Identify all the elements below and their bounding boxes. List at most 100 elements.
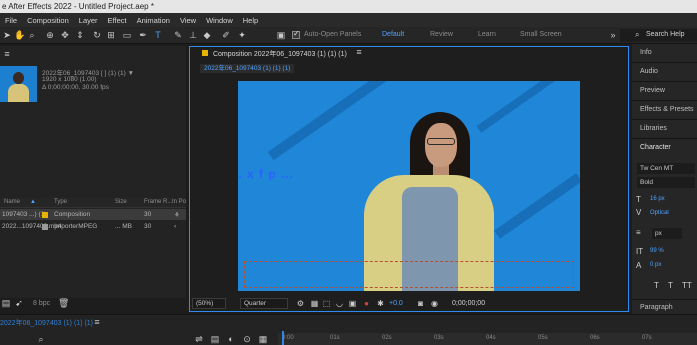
font-size-value[interactable]: 16 px <box>650 196 665 202</box>
time-ruler[interactable]: 0:00 01s 02s 03s 04s 05s 06s 07s <box>278 333 697 345</box>
region-of-interest-icon[interactable]: ⬚ <box>322 299 331 308</box>
delete-icon[interactable]: 🗑 <box>58 298 69 308</box>
timeline-switch-icon[interactable]: ▤ <box>210 334 220 344</box>
comp-viewer-breadcrumb[interactable]: 2022年06_1097403 (1) (1) (1) <box>200 64 295 73</box>
bit-depth-label[interactable]: 8 bpc <box>33 300 50 307</box>
composition-viewer[interactable]: 技艺C... x f p ... <box>238 81 580 291</box>
project-row[interactable]: 2022...1097403.mp4 ImporterMPEG ... MB 3… <box>0 221 186 232</box>
composition-tab[interactable]: Composition 2022年06_1097403 (1) (1) (1) <box>202 49 347 59</box>
reset-exposure-icon[interactable]: ✱ <box>376 299 385 308</box>
project-row[interactable]: 1097403 ...) (1) Composition 30 ⚘ <box>0 209 186 220</box>
panel-menu-icon[interactable]: ≡ <box>2 49 12 59</box>
snapshot-icon[interactable]: ◙ <box>416 299 425 308</box>
dolly-camera-icon[interactable]: ⇕ <box>75 30 85 40</box>
anchor-tool-icon[interactable]: ⊞ <box>106 30 116 40</box>
timeline-switch-icon[interactable]: ⊙ <box>242 334 252 344</box>
faux-italic-icon[interactable]: T <box>668 281 673 290</box>
baseline-shift-value[interactable]: 0 px <box>650 262 661 268</box>
pen-tool-icon[interactable]: ✒ <box>138 30 148 40</box>
interpret-footage-icon[interactable]: ▤ <box>1 298 11 308</box>
mask-visibility-icon[interactable]: ◡ <box>335 299 344 308</box>
workspace-small-screen[interactable]: Small Screen <box>520 31 562 38</box>
faux-bold-icon[interactable]: T <box>654 281 659 290</box>
timeline-menu-icon[interactable]: ≡ <box>92 317 102 327</box>
kerning-value[interactable]: Optical <box>650 210 669 216</box>
eraser-tool-icon[interactable]: ◆ <box>202 30 212 40</box>
font-style-dropdown[interactable]: Bold <box>637 177 695 188</box>
stroke-width-field[interactable]: px <box>652 228 682 239</box>
roto-brush-icon[interactable]: ✐ <box>221 30 231 40</box>
selection-tool-icon[interactable]: ➤ <box>2 30 12 40</box>
playhead[interactable] <box>282 331 284 345</box>
libraries-panel-tab[interactable]: Libraries <box>640 125 667 132</box>
clone-stamp-icon[interactable]: ⊥ <box>188 30 198 40</box>
window-title: e After Effects 2022 - Untitled Project.… <box>0 0 697 13</box>
timeline-switch-icon[interactable]: ▦ <box>258 334 268 344</box>
show-snapshot-icon[interactable]: ◉ <box>430 299 439 308</box>
zoom-tool-icon[interactable]: ⌕ <box>27 30 37 40</box>
resolution-dropdown[interactable]: Quarter <box>240 298 288 309</box>
col-name[interactable]: Name <box>4 199 20 205</box>
menu-view[interactable]: View <box>180 16 196 25</box>
hand-tool-icon[interactable]: ✋ <box>14 30 25 40</box>
preview-panel-tab[interactable]: Preview <box>640 87 665 94</box>
rotate-tool-icon[interactable]: ↻ <box>92 30 102 40</box>
timeline-tab[interactable]: 2022年06_1097403 (1) (1) (1) <box>0 318 93 328</box>
menu-composition[interactable]: Composition <box>27 16 69 25</box>
col-type[interactable]: Type <box>54 199 67 205</box>
exposure-value[interactable]: +0.0 <box>389 300 403 307</box>
menu-help[interactable]: Help <box>243 16 258 25</box>
menu-file[interactable]: File <box>5 16 17 25</box>
current-time[interactable]: 0;00;00;00 <box>452 300 485 307</box>
effects-presets-panel-tab[interactable]: Effects & Presets <box>640 106 694 113</box>
composition-controls: (50%) Quarter ⚙ ▦ ⬚ ◡ ▣ ● ✱ +0.0 ◙ ◉ 0;0… <box>190 297 627 310</box>
col-frame-rate[interactable]: Frame R... <box>144 199 172 205</box>
search-help[interactable]: ⌕ Search Help <box>620 29 697 42</box>
grid-guides-icon[interactable]: ▣ <box>348 299 357 308</box>
auto-open-checkbox[interactable] <box>292 29 300 39</box>
info-panel-tab[interactable]: Info <box>640 49 652 56</box>
workspace-review[interactable]: Review <box>430 31 453 38</box>
vertical-scale-icon: IT <box>636 247 644 256</box>
pan-camera-icon[interactable]: ✥ <box>60 30 70 40</box>
row-expand-icon[interactable]: ‹ <box>174 223 176 230</box>
new-folder-icon[interactable]: ➹ <box>14 298 24 308</box>
col-in-point[interactable]: In Po <box>172 199 186 205</box>
orbit-camera-icon[interactable]: ⊕ <box>45 30 55 40</box>
workspace-default[interactable]: Default <box>382 31 404 38</box>
transparency-grid-icon[interactable]: ▦ <box>310 299 319 308</box>
text-layer-bounding-box[interactable] <box>244 261 574 288</box>
all-caps-icon[interactable]: TT <box>682 281 692 290</box>
paragraph-panel-tab[interactable]: Paragraph <box>640 304 673 311</box>
type-tool-icon[interactable]: T <box>153 30 163 40</box>
label-color-swatch[interactable] <box>42 212 48 218</box>
menu-window[interactable]: Window <box>206 16 233 25</box>
backdrop-fold <box>476 81 580 133</box>
timeline-switch-icon[interactable]: ⇌ <box>194 334 204 344</box>
workspace-learn[interactable]: Learn <box>478 31 496 38</box>
sort-indicator-icon[interactable]: ▲ <box>30 199 36 205</box>
audio-panel-tab[interactable]: Audio <box>640 68 658 75</box>
workspace-overflow-icon[interactable]: » <box>608 30 618 40</box>
label-color-swatch[interactable] <box>42 224 48 230</box>
brush-tool-icon[interactable]: ✎ <box>173 30 183 40</box>
rectangle-tool-icon[interactable]: ▭ <box>122 30 132 40</box>
puppet-tool-icon[interactable]: ✦ <box>237 30 247 40</box>
comp-panel-menu-icon[interactable]: ≡ <box>354 47 364 57</box>
timeline-switch-icon[interactable]: ◐ <box>226 334 236 344</box>
snapping-icon[interactable]: ▣ <box>276 30 286 40</box>
search-layers-icon[interactable]: ⌕ <box>36 334 46 344</box>
character-panel-title[interactable]: Character <box>640 144 671 151</box>
magnification-dropdown[interactable]: (50%) <box>192 298 226 309</box>
fast-previews-icon[interactable]: ⚙ <box>296 299 305 308</box>
font-size-icon: T <box>636 195 641 204</box>
menu-animation[interactable]: Animation <box>137 16 170 25</box>
watermark-text: 技艺C... x f p ... <box>238 167 295 181</box>
comp-flow-icon[interactable]: ⚘ <box>174 211 180 219</box>
menu-effect[interactable]: Effect <box>108 16 127 25</box>
vertical-scale-value[interactable]: 99 % <box>650 248 664 254</box>
font-family-dropdown[interactable]: Tw Cen MT <box>637 163 695 174</box>
col-size[interactable]: Size <box>115 199 127 205</box>
menu-layer[interactable]: Layer <box>79 16 98 25</box>
color-channels-icon[interactable]: ● <box>362 299 371 308</box>
